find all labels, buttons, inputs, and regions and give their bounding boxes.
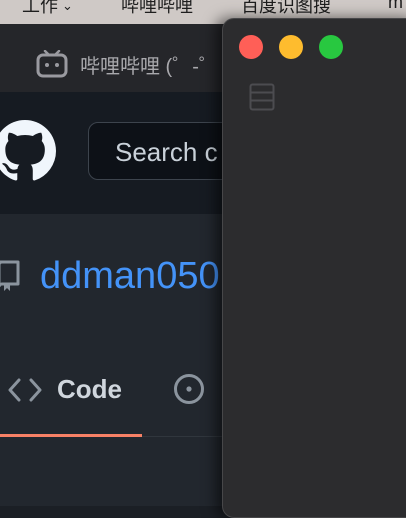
repo-icon <box>0 258 22 297</box>
code-icon <box>8 377 42 408</box>
sidebar-icon[interactable] <box>249 83 275 116</box>
github-mark-icon[interactable] <box>0 120 56 187</box>
menu-item-m[interactable]: m <box>388 0 403 13</box>
bilibili-icon <box>36 49 68 83</box>
window-minimize-button[interactable] <box>279 35 303 59</box>
window-zoom-button[interactable] <box>319 35 343 59</box>
menu-item-baidu-image-search[interactable]: 百度识图搜 <box>241 0 331 18</box>
browser-tab-title[interactable]: 哔哩哔哩 (゜-゜ <box>80 50 219 79</box>
tab-code-selected-indicator <box>0 434 142 437</box>
menu-item-bilibili[interactable]: 哔哩哔哩 <box>121 0 193 18</box>
menu-item-work[interactable]: 工作 ⌄ <box>22 0 73 18</box>
tab-code[interactable]: Code <box>57 374 122 405</box>
search-placeholder: Search c <box>115 137 218 167</box>
chevron-down-icon: ⌄ <box>62 0 73 13</box>
issue-opened-icon[interactable] <box>173 373 205 410</box>
repo-name-link[interactable]: ddman050 <box>40 255 220 298</box>
window-close-button[interactable] <box>239 35 263 59</box>
app-window <box>222 18 406 518</box>
menu-item-work-label: 工作 <box>22 0 58 16</box>
